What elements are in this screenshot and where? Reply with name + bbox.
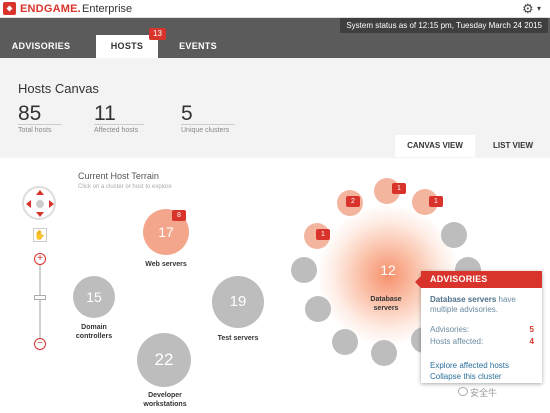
tab-events[interactable]: EVENTS	[172, 35, 224, 58]
chevron-down-icon[interactable]: ▾	[537, 4, 541, 13]
cluster-label: Web servers	[145, 261, 187, 268]
tab-canvas-view[interactable]: CANVAS VIEW	[395, 135, 475, 157]
divider	[181, 124, 235, 125]
zoom-out-button[interactable]: −	[34, 338, 46, 350]
hand-tool-icon[interactable]: ✋	[33, 228, 47, 242]
hosts-count-badge: 13	[149, 28, 166, 40]
cluster-badge: 8	[172, 210, 186, 221]
brand-name: ENDGAME.	[20, 3, 81, 15]
host-badge: 1	[429, 196, 443, 207]
host-badge: 1	[392, 183, 406, 194]
tab-advisories[interactable]: ADVISORIES	[10, 35, 72, 58]
hosts-affected-label: Hosts affected:	[430, 337, 484, 346]
host-node[interactable]	[332, 329, 358, 355]
advisories-value: 5	[529, 325, 534, 334]
cluster-test-servers[interactable]: 19	[212, 276, 264, 328]
collapse-cluster-link[interactable]: Collapse this cluster	[430, 372, 502, 381]
advisories-tooltip: ADVISORIES Database servers have multipl…	[415, 271, 542, 383]
pan-up-icon[interactable]	[36, 190, 44, 195]
stat-unique-clusters-label: Unique clusters	[181, 127, 230, 134]
tooltip-description: Database servers have multiple advisorie…	[430, 295, 538, 315]
tooltip-hosts-row: Hosts affected: 4	[430, 337, 534, 346]
cluster-domain-controllers[interactable]: 15	[73, 276, 115, 318]
tooltip-cluster-name: Database servers	[430, 295, 497, 304]
cluster-database-servers[interactable]: 12	[368, 257, 408, 283]
terrain-title: Current Host Terrain	[78, 171, 159, 181]
divider	[94, 124, 144, 125]
cluster-label: Developer workstations	[143, 392, 187, 408]
tab-list-view[interactable]: LIST VIEW	[484, 135, 542, 157]
title-bar: ENDGAME. Enterprise ⚙ ▾	[0, 0, 550, 18]
main-nav: System status as of 12:15 pm, Tuesday Ma…	[0, 18, 550, 58]
host-node[interactable]	[291, 257, 317, 283]
page-title: Hosts Canvas	[18, 81, 99, 96]
divider	[18, 124, 62, 125]
endgame-logo-icon	[3, 2, 16, 15]
hosts-affected-value: 4	[529, 337, 534, 346]
pan-center[interactable]	[36, 200, 44, 208]
gear-icon[interactable]: ⚙	[522, 1, 534, 17]
stat-affected-hosts-value: 11	[94, 102, 116, 125]
tooltip-title: ADVISORIES	[421, 271, 542, 288]
cluster-developer-workstations[interactable]: 22	[137, 333, 191, 387]
explore-affected-hosts-link[interactable]: Explore affected hosts	[430, 361, 509, 370]
host-node[interactable]	[441, 222, 467, 248]
watermark-icon	[458, 387, 468, 396]
pan-right-icon[interactable]	[49, 200, 54, 208]
watermark-text: 安全牛	[470, 388, 498, 398]
host-badge: 2	[346, 196, 360, 207]
host-node[interactable]	[305, 296, 331, 322]
tooltip-pointer	[415, 276, 421, 288]
terrain-hint: Click on a cluster or host to explore	[78, 184, 172, 190]
host-badge: 1	[316, 229, 330, 240]
stat-total-hosts-value: 85	[18, 102, 42, 125]
zoom-handle[interactable]	[34, 295, 46, 300]
cluster-label: Test servers	[217, 335, 259, 342]
stat-affected-hosts-label: Affected hosts	[94, 127, 139, 134]
brand-edition: Enterprise	[82, 3, 133, 15]
stat-unique-clusters-value: 5	[181, 102, 193, 125]
tooltip-advisories-row: Advisories: 5	[430, 325, 534, 334]
zoom-in-button[interactable]: +	[34, 253, 46, 265]
cluster-label: Domain controllers	[75, 324, 113, 340]
pan-left-icon[interactable]	[26, 200, 31, 208]
zoom-slider[interactable]	[39, 258, 41, 342]
stat-total-hosts-label: Total hosts	[18, 127, 52, 134]
pan-control[interactable]	[22, 186, 56, 220]
host-node[interactable]	[371, 340, 397, 366]
system-status: System status as of 12:15 pm, Tuesday Ma…	[340, 18, 548, 33]
pan-down-icon[interactable]	[36, 212, 44, 217]
advisories-label: Advisories:	[430, 325, 470, 334]
cluster-label: Database servers	[370, 296, 402, 312]
